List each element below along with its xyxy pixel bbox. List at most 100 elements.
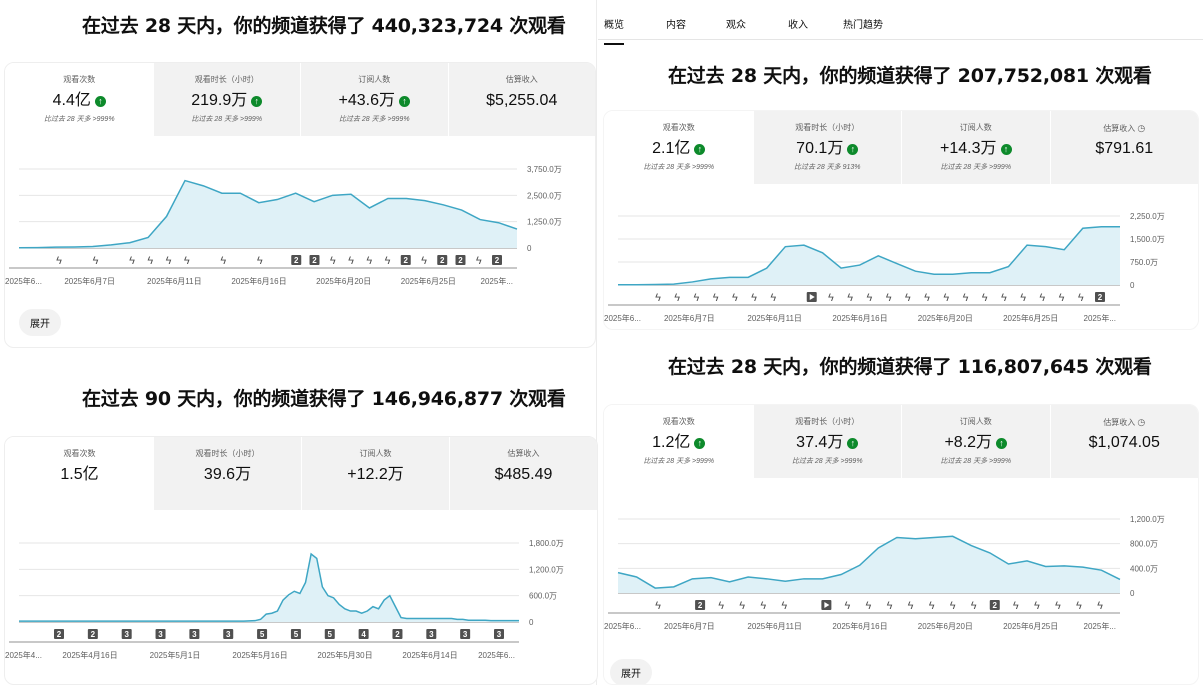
metric-revenue[interactable]: 估算收入 ◷ $1,074.05 (1049, 405, 1199, 478)
expand-button[interactable]: 展开 (610, 659, 652, 684)
metric-views[interactable]: 观看次数 4.4亿 ↑ 比过去 28 天多 >999% (5, 63, 153, 136)
metric-subscribers[interactable]: 订阅人数 +14.3万 ↑ 比过去 28 天多 >999% (901, 111, 1050, 184)
metric-compare (1051, 163, 1199, 173)
x-tick-label: 2025年6月25日 (401, 276, 456, 286)
video-count-label: 3 (124, 630, 129, 639)
metric-subscribers[interactable]: 订阅人数 +12.2万 (301, 437, 449, 510)
y-tick-label: 0 (1130, 589, 1135, 598)
x-tick-label: 2025年4... (5, 650, 42, 660)
short-video-marker-icon: ϟ (713, 292, 719, 304)
short-video-marker-icon: ϟ (732, 292, 738, 304)
metric-label: 观看次数 (662, 417, 695, 426)
x-tick-label: 2025年6月7日 (664, 313, 715, 323)
metric-value: +14.3万 (940, 140, 997, 157)
panel-headline: 在过去 28 天内，你的频道获得了 207,752,081 次观看 (668, 65, 1152, 87)
panel-headline: 在过去 90 天内，你的频道获得了 146,946,877 次观看 (82, 388, 566, 410)
metric-subscribers[interactable]: 订阅人数 +43.6万 ↑ 比过去 28 天多 >999% (300, 63, 448, 136)
x-tick-label: 2025年... (1084, 621, 1116, 631)
views-chart[interactable]: 1,800.0万 1,200.0万 600.0万 0 2 2 3 3 3 3 5 5 5 4 2 3 3 3 202… (5, 533, 597, 668)
metric-value: +43.6万 (338, 92, 396, 109)
metric-views[interactable]: 观看次数 2.1亿 ↑ 比过去 28 天多 >999% (604, 111, 753, 184)
x-tick-label: 2025年... (481, 276, 513, 286)
expand-button[interactable]: 展开 (19, 309, 61, 336)
views-chart[interactable]: 3,750.0万2,500.0万1,250.0万0ϟ ϟ ϟ ϟ ϟ ϟ ϟ ϟ 2 2 ϟ ϟ ϟ ϟ 2… (5, 159, 595, 294)
metric-label: 估算收入 ◷ (1051, 123, 1199, 133)
metric-watch-time[interactable]: 观看时长（小时） 219.9万 ↑ 比过去 28 天多 >999% (152, 63, 300, 136)
analytics-card: 观看次数 1.5亿 观看时长（小时） 39.6万 订阅人数 +12.2万 估算收… (4, 436, 598, 685)
short-video-marker-icon: ϟ (1078, 292, 1084, 304)
y-tick-label: 0 (1130, 281, 1135, 290)
metric-watch-time[interactable]: 观看时长（小时） 39.6万 (153, 437, 301, 510)
short-video-marker-icon: ϟ (770, 292, 776, 304)
metric-value: 219.9万 (191, 92, 248, 109)
metric-compare (449, 115, 596, 125)
up-arrow-icon: ↑ (847, 143, 859, 155)
metric-views[interactable]: 观看次数 1.5亿 (5, 437, 153, 510)
metric-watch-time[interactable]: 观看时长（小时） 70.1万 ↑ 比过去 28 天多 913% (752, 111, 901, 184)
x-tick-label: 2025年6月20日 (918, 621, 973, 631)
views-chart[interactable]: 1,200.0万 800.0万 400.0万 0 ϟ 2 ϟ ϟ ϟ ϟ ϟ ϟ ϟ ϟ ϟ ϟ ϟ 2 ϟ ϟ ϟ ϟ ϟ… (604, 509, 1198, 639)
area-fill (618, 536, 1120, 593)
metric-compare: 比过去 28 天多 >999% (338, 116, 410, 123)
tab-audience[interactable]: 观众 (726, 16, 746, 31)
y-tick-label: 750.0万 (1130, 258, 1158, 267)
x-tick-label: 2025年5月30日 (317, 650, 372, 660)
y-tick-label: 400.0万 (1130, 564, 1158, 573)
short-video-marker-icon: ϟ (845, 600, 851, 612)
x-tick-label: 2025年5月16日 (232, 650, 287, 660)
metric-subscribers[interactable]: 订阅人数 +8.2万 ↑ 比过去 28 天多 >999% (901, 405, 1050, 478)
metric-value: +8.2万 (944, 434, 993, 451)
metric-value: $791.61 (1095, 140, 1154, 157)
views-chart[interactable]: 2,250.0万 1,500.0万 750.0万 0 ϟ ϟ ϟ ϟ ϟ ϟ ϟ ϟ ϟ ϟ ϟ ϟ ϟ ϟ ϟ ϟ ϟ… (604, 206, 1198, 330)
metric-compare: 比过去 28 天多 >999% (791, 458, 863, 465)
metric-revenue[interactable]: 估算收入 ◷ $791.61 (1049, 111, 1199, 184)
x-tick-label: 2025年6月20日 (918, 313, 973, 323)
metric-compare (1051, 457, 1199, 467)
video-count-label: 2 (57, 630, 62, 639)
panel-headline: 在过去 28 天内，你的频道获得了 116,807,645 次观看 (668, 356, 1152, 378)
x-tick-label: 2025年6月20日 (316, 276, 371, 286)
short-video-marker-icon: ϟ (908, 600, 914, 612)
metric-value: 4.4亿 (52, 92, 91, 109)
short-video-marker-icon: ϟ (93, 255, 99, 267)
metric-label: 观看时长（小时） (795, 123, 860, 132)
metric-watch-time[interactable]: 观看时长（小时） 37.4万 ↑ 比过去 28 天多 >999% (752, 405, 901, 478)
metric-label-text: 估算收入 (1103, 124, 1136, 133)
y-tick-label: 600.0万 (529, 592, 557, 601)
video-count-label: 3 (226, 630, 231, 639)
y-tick-label: 1,200.0万 (529, 565, 564, 574)
y-tick-label: 3,750.0万 (527, 165, 562, 174)
metric-compare: 比过去 28 天多 >999% (191, 116, 263, 123)
x-tick-label: 2025年6月25日 (1003, 313, 1058, 323)
metric-revenue[interactable]: 估算收入 $485.49 (449, 437, 597, 510)
tab-overview[interactable]: 概览 (604, 16, 624, 45)
metric-label: 估算收入 ◷ (1051, 417, 1199, 427)
metric-label-text: 估算收入 (1103, 418, 1136, 427)
video-count-label: 2 (395, 630, 400, 639)
short-video-marker-icon: ϟ (385, 255, 391, 267)
metric-compare: 比过去 28 天多 >999% (643, 164, 715, 171)
short-video-marker-icon: ϟ (886, 292, 892, 304)
metric-views[interactable]: 观看次数 1.2亿 ↑ 比过去 28 天多 >999% (604, 405, 753, 478)
video-count-label: 5 (260, 630, 265, 639)
tab-trending[interactable]: 热门趋势 (843, 16, 883, 31)
metric-revenue[interactable]: 估算收入 $5,255.04 (447, 63, 596, 136)
video-count-label: 2 (458, 256, 463, 265)
short-video-marker-icon: ϟ (950, 600, 956, 612)
tab-revenue[interactable]: 收入 (788, 16, 808, 31)
metric-value: 1.2亿 (652, 434, 691, 451)
video-count-label: 2 (440, 256, 445, 265)
short-video-marker-icon: ϟ (751, 292, 757, 304)
tab-content[interactable]: 内容 (666, 16, 686, 31)
panel-headline: 在过去 28 天内，你的频道获得了 440,323,724 次观看 (82, 15, 566, 37)
short-video-marker-icon: ϟ (166, 255, 172, 267)
short-video-marker-icon: ϟ (655, 292, 661, 304)
area-fill (618, 226, 1120, 285)
short-video-marker-icon: ϟ (943, 292, 949, 304)
short-video-marker-icon: ϟ (330, 255, 336, 267)
short-video-marker-icon: ϟ (866, 600, 872, 612)
y-tick-label: 1,200.0万 (1130, 515, 1165, 524)
metric-value: $1,074.05 (1088, 434, 1160, 451)
x-tick-label: 2025年6月11日 (747, 313, 802, 323)
up-arrow-icon: ↑ (94, 95, 106, 107)
